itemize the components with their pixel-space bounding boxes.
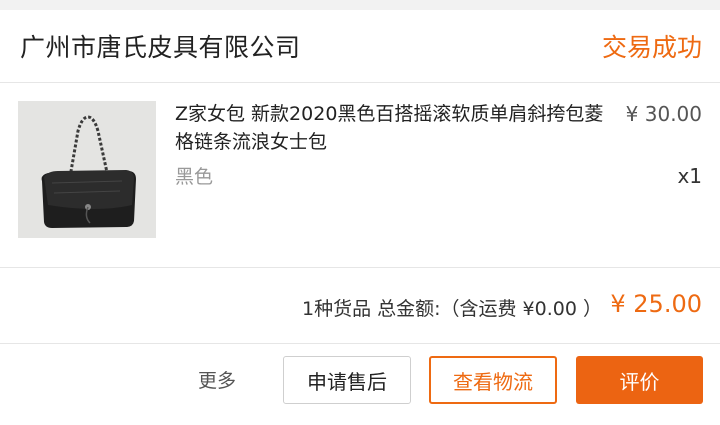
bag-icon bbox=[18, 101, 156, 238]
order-total: ¥ 25.00 bbox=[610, 290, 702, 318]
order-status: 交易成功 bbox=[601, 33, 702, 62]
product-price: ¥ 30.00 bbox=[625, 102, 702, 126]
product-quantity: x1 bbox=[677, 164, 702, 188]
order-card: 广州市唐氏皮具有限公司 交易成功 Z家女包 新款2020黑色百搭摇滚软质单肩斜挎… bbox=[0, 10, 720, 425]
order-actions: 更多 申请售后 查看物流 评价 bbox=[0, 344, 720, 425]
review-button[interactable]: 评价 bbox=[576, 356, 703, 404]
view-logistics-button[interactable]: 查看物流 bbox=[429, 356, 557, 404]
after-sales-button[interactable]: 申请售后 bbox=[283, 356, 411, 404]
shop-name[interactable]: 广州市唐氏皮具有限公司 bbox=[20, 28, 301, 64]
summary-text: 1种货品 总金额:（含运费 ¥0.00 ） bbox=[301, 298, 602, 320]
order-summary: 1种货品 总金额:（含运费 ¥0.00 ） ¥ 25.00 bbox=[0, 268, 720, 344]
product-variant: 黑色 bbox=[175, 166, 214, 188]
product-image[interactable] bbox=[18, 101, 156, 238]
more-link[interactable]: 更多 bbox=[198, 366, 236, 393]
product-title[interactable]: Z家女包 新款2020黑色百搭摇滚软质单肩斜挎包菱格链条流浪女士包 bbox=[175, 100, 615, 156]
order-header: 广州市唐氏皮具有限公司 交易成功 bbox=[0, 10, 720, 83]
order-item[interactable]: Z家女包 新款2020黑色百搭摇滚软质单肩斜挎包菱格链条流浪女士包 ¥ 30.0… bbox=[0, 82, 720, 268]
